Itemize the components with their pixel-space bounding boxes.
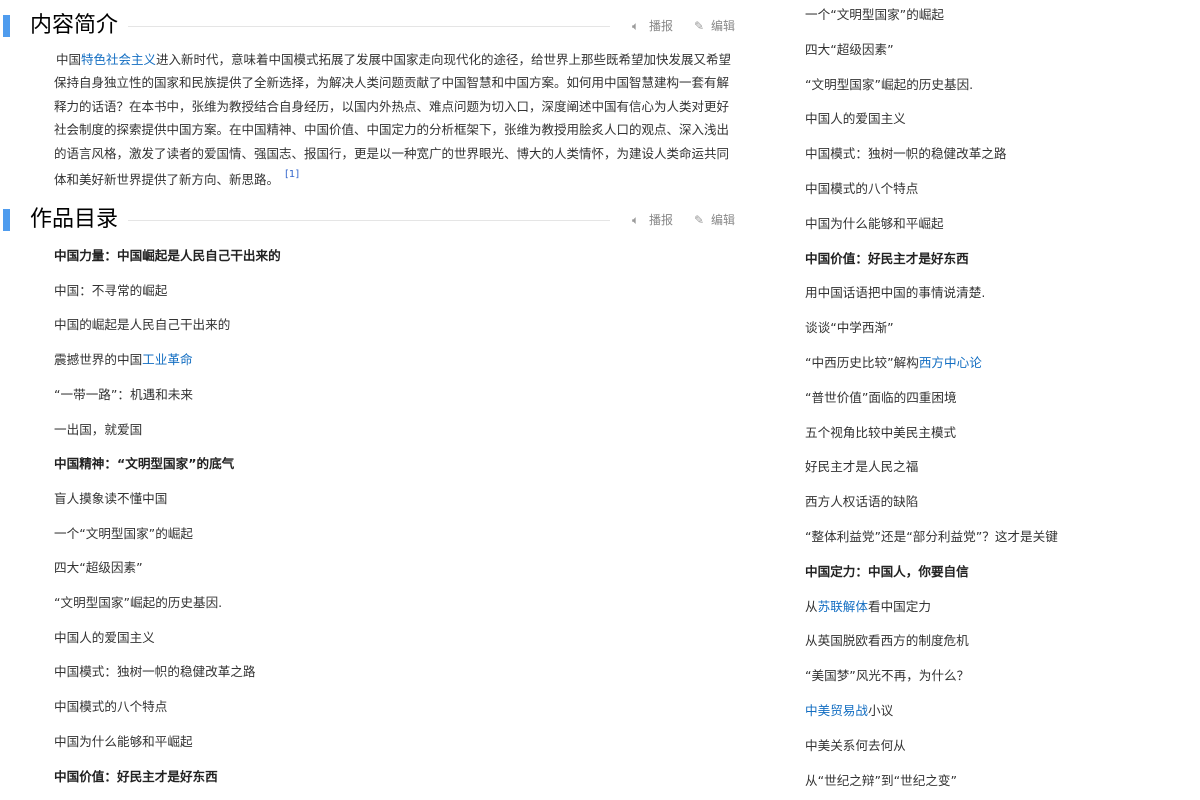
toc-list-item: 中国为什么能够和平崛起: [54, 733, 193, 749]
toc-list-item: 中国模式：独树一帜的稳健改革之路: [805, 146, 1007, 162]
toc-list-item: 中国为什么能够和平崛起: [805, 215, 944, 231]
toc-list-item: “一带一路”：机遇和未来: [54, 386, 193, 402]
toc-chapter-heading: 中国力量：中国崛起是人民自己干出来的: [54, 248, 281, 263]
toc-chapter-heading: 中国定力：中国人，你要自信: [805, 563, 969, 579]
toc-chapter-heading: 中国价值：好民主才是好东西: [805, 250, 969, 266]
speaker-icon: 🔈︎: [632, 213, 640, 227]
toc-list-item: “文明型国家”崛起的历史基因.: [805, 76, 974, 92]
toc-list-item: 中国：不寻常的崛起: [54, 282, 168, 298]
toc-list-item: 从“世纪之辩”到“世纪之变”: [805, 772, 958, 788]
right-panel: 一个“文明型国家”的崛起 四大“超级因素” “文明型国家”崛起的历史基因. 中国人的爱…: [776, 0, 1200, 800]
toc-list-item: 中国人的爱国主义: [805, 111, 906, 127]
edit-button[interactable]: ✎ 编辑: [694, 211, 735, 229]
edit-label: 编辑: [711, 19, 736, 33]
toc-list-item: 中国模式的八个特点: [54, 699, 168, 715]
toc-list-item: “普世价值”面临的四重困境: [805, 389, 957, 405]
intro-section-header: 内容简介 🔈︎ 播报 ✎ 编辑: [0, 12, 740, 40]
intro-text-rest: 进入新时代，意味着中国模式拓展了发展中国家走向现代化的途径，给世界上那些既希望加…: [54, 52, 732, 188]
intro-paragraph: 中国特色社会主义进入新时代，意味着中国模式拓展了发展中国家走向现代化的途径，给世…: [54, 48, 732, 192]
intro-link[interactable]: 特色社会主义: [81, 52, 156, 67]
toc-list-item: 震撼世界的中国工业革命: [54, 351, 193, 369]
edit-button[interactable]: ✎ 编辑: [694, 17, 735, 35]
toc-list-item: 一个“文明型国家”的崛起: [805, 7, 944, 22]
toc-list-item: 从英国脱欧看西方的制度危机: [805, 633, 969, 649]
toc-list-item: 四大“超级因素”: [805, 41, 894, 57]
edit-label: 编辑: [711, 213, 736, 227]
toc-list-item: 四大“超级因素”: [54, 560, 143, 576]
toc-list-item: 盲人摸象读不懂中国: [54, 490, 168, 506]
pencil-icon: ✎: [694, 19, 705, 33]
toc-list-item: 一出国，就爱国: [54, 421, 143, 437]
toc-list-item: 五个视角比较中美民主模式: [805, 424, 957, 440]
toc-list-item: 用中国话语把中国的事情说清楚.: [805, 285, 986, 301]
toc-list-item: 中国模式：独树一帜的稳健改革之路: [54, 664, 256, 680]
toc-list-item: “文明型国家”崛起的历史基因.: [54, 595, 223, 610]
toc-list-item: 中国的崛起是人民自己干出来的: [54, 317, 231, 333]
toc-chapter-heading: 中国价值：好民主才是好东西: [54, 768, 218, 784]
toc-list-item: “美国梦”风光不再，为什么？: [805, 668, 970, 684]
toc-item-link[interactable]: 苏联解体: [818, 599, 868, 614]
play-label: 播报: [649, 213, 674, 227]
toc-item-text: “中西历史比较”解构: [805, 355, 919, 370]
play-button[interactable]: 🔈︎ 播报: [632, 211, 673, 229]
toc-section-header: 作品目录 🔈︎ 播报 ✎ 编辑: [0, 206, 740, 234]
toc-list-item: “整体利益党”还是“部分利益党”？这才是关键: [805, 529, 1058, 544]
play-label: 播报: [649, 19, 674, 33]
toc-item-text: 小议: [867, 703, 894, 718]
toc-list-item: 一个“文明型国家”的崛起: [54, 525, 193, 541]
speaker-icon: 🔈︎: [632, 19, 640, 33]
toc-item-link[interactable]: 西方中心论: [919, 355, 982, 370]
toc-section-title: 作品目录: [30, 206, 129, 234]
section-accent-bar: [3, 15, 10, 37]
toc-chapter-heading: 中国精神：“文明型国家”的底气: [54, 456, 235, 472]
toc-list-item: “中西历史比较”解构西方中心论: [805, 354, 982, 372]
toc-list-item: 好民主才是人民之福: [805, 459, 919, 475]
pencil-icon: ✎: [694, 213, 705, 227]
toc-list-item: 中美贸易战小议: [805, 702, 893, 720]
toc-item-link[interactable]: 工业革命: [142, 352, 192, 367]
toc-item-text: 震撼世界的中国: [54, 352, 143, 368]
toc-list-item: 中国人的爱国主义: [54, 629, 155, 645]
reference-link[interactable]: [1]: [285, 169, 299, 180]
left-panel: 内容简介 🔈︎ 播报 ✎ 编辑 中国特色社会主义进入新时代，意味着中国模式拓展了发展…: [0, 0, 760, 800]
intro-text-start: 中国: [56, 52, 82, 67]
toc-list-item: 中美关系何去何从: [805, 737, 906, 753]
intro-section-title: 内容简介: [30, 12, 129, 40]
toc-list-item: 从苏联解体看中国定力: [805, 598, 931, 616]
toc-list-item: 西方人权话语的缺陷: [805, 494, 919, 510]
toc-item-text: 从: [805, 598, 818, 614]
toc-item-text: 看中国定力: [867, 598, 931, 614]
section-accent-bar: [3, 209, 10, 231]
toc-item-link[interactable]: 中美贸易战: [805, 703, 868, 718]
toc-list-item: 中国模式的八个特点: [805, 181, 919, 196]
play-button[interactable]: 🔈︎ 播报: [632, 17, 673, 35]
toc-list-item: 谈谈“中学西渐”: [805, 320, 894, 336]
